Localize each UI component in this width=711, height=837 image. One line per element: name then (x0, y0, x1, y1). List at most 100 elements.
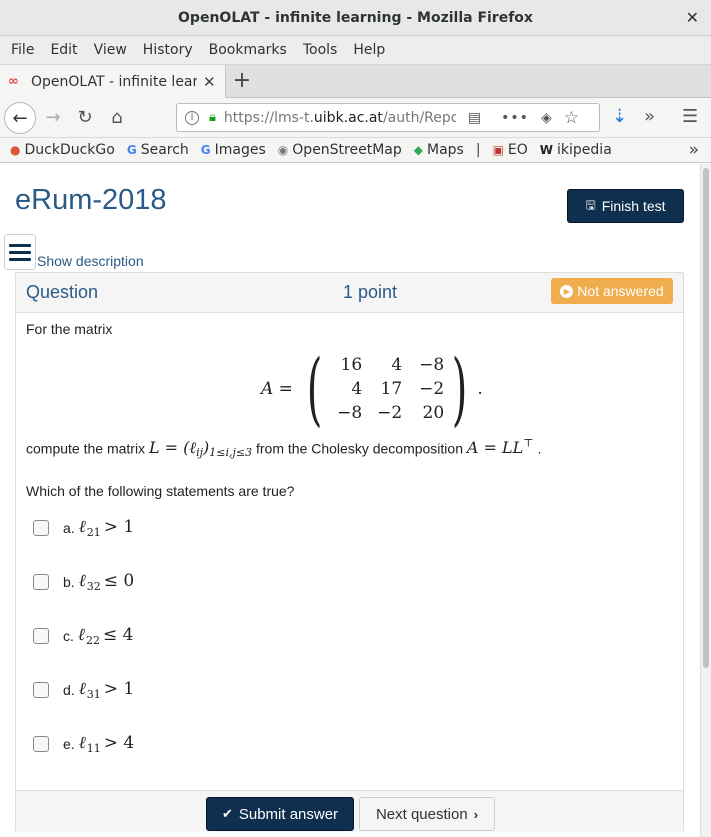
bookmark-eo[interactable]: ▣ EO (493, 142, 528, 158)
menu-toggle-button[interactable] (4, 234, 36, 270)
home-icon[interactable]: ⌂ (106, 107, 128, 128)
menu-view[interactable]: View (86, 42, 135, 58)
matrix-cell: 4 (351, 379, 363, 399)
answer-option-b[interactable]: b. ℓ32 ≤ 0 (33, 571, 134, 593)
bookmark-label: EO (507, 142, 528, 158)
option-sub: 31 (86, 688, 101, 701)
menu-edit[interactable]: Edit (42, 42, 85, 58)
window-close-icon[interactable]: ✕ (686, 8, 699, 27)
option-letter: e. (63, 736, 75, 752)
overflow-chevron-icon[interactable]: » (644, 106, 655, 127)
forward-arrow-icon[interactable]: → (42, 107, 64, 128)
google-icon: G (126, 143, 137, 157)
reader-view-icon[interactable]: ▤ (468, 110, 481, 126)
math-sup: ⊤ (523, 437, 534, 450)
hamburger-menu-icon[interactable]: ☰ (682, 106, 698, 127)
checkbox[interactable] (33, 574, 49, 590)
answer-option-a[interactable]: a. ℓ21 > 1 (33, 517, 134, 539)
submit-answer-button[interactable]: ✔ Submit answer (206, 797, 354, 831)
lock-icon[interactable]: 🔒︎ (209, 110, 216, 125)
menu-file[interactable]: File (3, 42, 42, 58)
bookmark-images[interactable]: G Images (201, 142, 266, 158)
window-title: OpenOLAT - infinite learning - Mozilla F… (178, 9, 533, 26)
wikipedia-icon: W (539, 143, 554, 157)
tab-openolat[interactable]: ∞ OpenOLAT - infinite learning - Mozilla… (0, 65, 226, 98)
ell: ℓ (78, 733, 86, 753)
option-sub: 32 (86, 580, 101, 593)
checkbox[interactable] (33, 682, 49, 698)
ell: ℓ (78, 517, 86, 537)
google-icon: G (200, 143, 211, 157)
url-bar[interactable]: i 🔒︎ https://lms-t.uibk.ac.at/auth/Repo … (176, 103, 600, 132)
matrix-cell: −8 (337, 403, 363, 423)
compute-mid: from the Cholesky decomposition (256, 440, 463, 457)
scrollbar-thumb[interactable] (703, 168, 709, 668)
play-circle-icon: ▶ (560, 284, 574, 298)
matrix-cell: 16 (340, 355, 363, 375)
tabbar: ∞ OpenOLAT - infinite learning - Mozilla… (0, 65, 711, 98)
back-button[interactable]: ← (4, 102, 36, 134)
show-description-link[interactable]: Show description (37, 253, 144, 269)
page-scrollbar[interactable] (700, 164, 711, 837)
menu-history[interactable]: History (135, 42, 201, 58)
option-rel: > 4 (103, 733, 135, 753)
bookmark-search[interactable]: G Search (127, 142, 189, 158)
checkbox[interactable] (33, 628, 49, 644)
bookmark-wikipedia[interactable]: Wikipedia (540, 142, 612, 158)
matrix-cell: −2 (377, 403, 403, 423)
hamburger-bar (9, 243, 31, 247)
submit-answer-label: Submit answer (238, 805, 339, 823)
download-icon[interactable]: ⇣ (612, 106, 627, 127)
pocket-icon[interactable]: ◈ (541, 110, 552, 126)
bookmark-star-icon[interactable]: ☆ (564, 108, 579, 128)
status-label: Not answered (577, 283, 664, 299)
tab-close-icon[interactable]: ✕ (203, 73, 216, 91)
answer-option-d[interactable]: d. ℓ31 > 1 (33, 679, 134, 701)
matrix-period: . (477, 379, 483, 399)
option-math: ℓ32 ≤ 0 (79, 571, 135, 593)
new-tab-icon[interactable]: + (231, 68, 253, 93)
option-sub: 21 (86, 526, 101, 539)
tab-title: OpenOLAT - infinite learning - Mozilla F… (31, 73, 197, 90)
page-actions-icon[interactable]: ••• (501, 110, 529, 126)
bookmark-label: Maps (427, 142, 464, 158)
maps-icon: ◆ (413, 143, 423, 157)
bookmark-openstreetmap[interactable]: ◉ OpenStreetMap (278, 142, 402, 158)
question-label: Question (26, 282, 99, 302)
duckduckgo-icon: ● (10, 143, 21, 157)
checkbox[interactable] (33, 736, 49, 752)
status-badge: ▶ Not answered (551, 278, 673, 304)
url-text[interactable]: https://lms-t.uibk.ac.at/auth/Repo (224, 110, 456, 126)
navbar: ← → ↻ ⌂ i 🔒︎ https://lms-t.uibk.ac.at/au… (0, 98, 711, 138)
option-rel: > 1 (103, 679, 135, 699)
compute-math-A: A = LL⊤ (467, 437, 534, 457)
bookmark-label: Search (140, 142, 189, 158)
compute-statement: compute the matrix L = (ℓij)1≤i,j≤3 from… (26, 437, 541, 459)
menu-tools[interactable]: Tools (295, 42, 346, 58)
window-titlebar: OpenOLAT - infinite learning - Mozilla F… (0, 0, 711, 36)
check-icon: ✔ (221, 806, 233, 821)
bookmarks-overflow-icon[interactable]: » (689, 140, 699, 160)
matrix-cell: 17 (380, 379, 403, 399)
option-math: ℓ21 > 1 (79, 517, 135, 539)
url-domain: uibk.ac.at (313, 109, 383, 126)
save-icon: 🖫︎ (585, 197, 596, 212)
next-question-button[interactable]: Next question › (359, 797, 495, 831)
info-icon[interactable]: i (185, 110, 199, 125)
bookmark-duckduckgo[interactable]: ● DuckDuckGo (10, 142, 115, 158)
answer-option-c[interactable]: c. ℓ22 ≤ 4 (33, 625, 133, 647)
menu-help[interactable]: Help (345, 42, 393, 58)
bookmark-maps[interactable]: ◆ Maps (414, 142, 464, 158)
answer-option-e[interactable]: e. ℓ11 > 4 (33, 733, 134, 755)
right-paren: ) (451, 342, 468, 435)
finish-test-button[interactable]: 🖫︎ Finish test (567, 189, 684, 223)
question-intro: For the matrix (26, 321, 113, 337)
question-points: 1 point (343, 282, 398, 302)
option-letter: d. (63, 682, 75, 698)
reload-icon[interactable]: ↻ (74, 107, 96, 128)
option-sub: 11 (86, 742, 101, 755)
ell: ℓ (77, 625, 85, 645)
checkbox[interactable] (33, 520, 49, 536)
menu-bookmarks[interactable]: Bookmarks (201, 42, 295, 58)
bookmark-label: DuckDuckGo (24, 142, 115, 158)
